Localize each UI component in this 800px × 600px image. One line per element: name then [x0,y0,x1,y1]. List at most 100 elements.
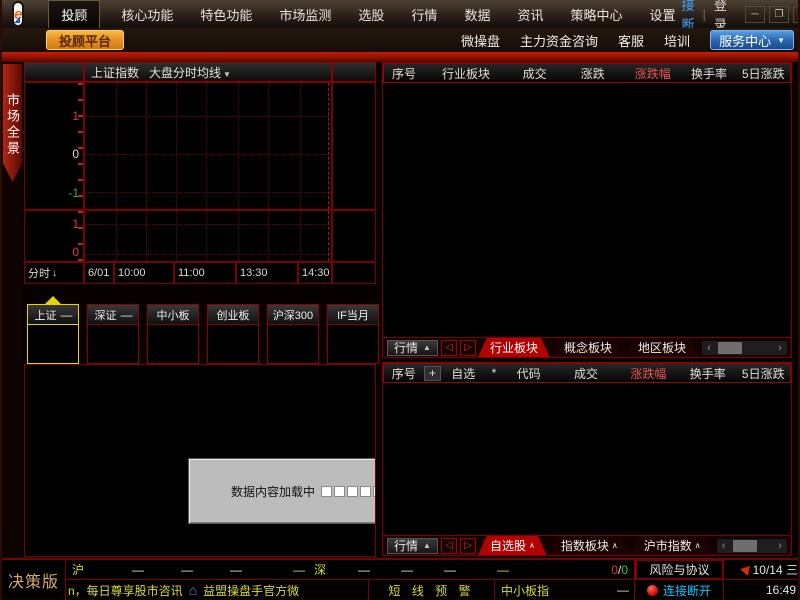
chart-header-right-cell [332,62,376,82]
scroll-right-icon[interactable]: › [773,342,787,354]
period-selector[interactable]: 分时 ↓ [24,262,84,284]
sector-table-body[interactable] [383,83,791,337]
tab-watchlist[interactable]: 自选股 ∧ [478,536,547,556]
index-box-if-futures[interactable]: IF当月 [327,304,379,364]
alert-counter: 0/0 [611,563,634,577]
tab-prev-button[interactable]: ◁ [441,538,457,554]
tab-prev-button[interactable]: ◁ [441,340,457,356]
scroll-left-icon[interactable]: ‹ [702,342,716,354]
arrow-down-icon: ↓ [52,268,57,279]
col-star[interactable]: * [485,366,503,380]
col-change-pct[interactable]: 涨跌幅 [618,365,679,382]
menu-item-stock-pick[interactable]: 选股 [352,1,390,28]
sidebar-tab-market-panorama[interactable]: 市场全景 [3,64,22,182]
index-box-hs300[interactable]: 沪深300 [267,304,319,364]
window-controls: ─ ❐ ✕ [745,6,800,23]
tab-region-sector[interactable]: 地区板块 [626,338,698,358]
index-box-chinext[interactable]: 创业板 [207,304,259,364]
tab-scrollbar[interactable]: ‹ › [717,539,787,553]
col-watch[interactable]: 自选 [441,365,485,382]
main-funds-link[interactable]: 主力资金咨询 [520,31,598,50]
menu-item-core[interactable]: 核心功能 [115,1,179,28]
chevron-up-icon: ▲ [423,541,431,550]
col-code[interactable]: 代码 [503,365,554,382]
menu-item-data[interactable]: 数据 [458,1,496,28]
quotes-menu-button[interactable]: 行情 ▲ [387,340,438,356]
sz-market-label: 深 [314,561,326,578]
menu-item-news[interactable]: 资讯 [511,1,549,28]
connection-segment[interactable]: 连接断开 [635,580,724,600]
watchlist-table-header: 序号 + 自选 * 代码 成交 涨跌幅 换手率 5日涨跌 [383,363,791,383]
connection-label: 连接断开 [663,582,711,599]
status-bar: 决策版 沪 — — — — 深 — — — — 0/0 风险与协议 [2,558,800,598]
col-5day[interactable]: 5日涨跌 [737,65,790,82]
col-seq[interactable]: 序号 [384,65,424,82]
col-sector[interactable]: 行业板块 [424,65,508,82]
index-chart-panel: 上证指数 大盘分时均线▼ 1 0 -1 [24,62,376,285]
news-marquee[interactable]: n，每日尊享股市咨讯 ⌂ 益盟操盘手官方微 [66,580,369,600]
tab-index-sector[interactable]: 指数板块 ∧ [549,536,630,556]
menu-item-touguu[interactable]: 投顾 [48,0,100,29]
chart-main-grid[interactable] [84,82,332,210]
chart-mode-select[interactable]: 大盘分时均线▼ [149,64,231,81]
short-line-alert-button[interactable]: 短 线 预 警 [369,580,495,600]
quotes-menu-button[interactable]: 行情 ▲ [387,538,438,554]
count-up: 0 [611,563,618,577]
quotes-label: 行情 [394,339,418,356]
index-box-label: 深证 [95,307,117,323]
clock-segment: 16:49 [724,580,800,600]
index-box-shenzhen[interactable]: 深证 — [87,304,139,364]
scrollbar-thumb[interactable] [733,540,757,552]
training-link[interactable]: 培训 [664,31,690,50]
col-5day[interactable]: 5日涨跌 [737,365,790,382]
col-turnover[interactable]: 换手率 [679,365,736,382]
platform-button[interactable]: 投顾平台 [46,30,124,50]
status-row-quotes: 沪 — — — — 深 — — — — 0/0 风险与协议 10/14 三 [66,560,800,580]
menu-item-settings[interactable]: 设置 [643,1,681,28]
index-box-sme[interactable]: 中小板 [147,304,199,364]
index-box-shanghai[interactable]: 上证 — [27,304,79,364]
add-stock-button[interactable]: + [424,366,442,381]
close-button[interactable]: ✕ [793,6,800,23]
menu-item-quotes[interactable]: 行情 [405,1,443,28]
col-turnover[interactable]: 换手率 [681,65,736,82]
service-center-button[interactable]: 服务中心 ▼ [710,30,794,50]
announcement-horn-icon[interactable] [740,565,751,575]
scroll-left-icon[interactable]: ‹ [717,540,731,552]
col-volume[interactable]: 成交 [508,65,561,82]
app-window: e 投顾 核心功能 特色功能 市场监测 选股 行情 数据 资讯 策略中心 设置 … [0,0,800,600]
status-row-info: n，每日尊享股市咨讯 ⌂ 益盟操盘手官方微 短 线 预 警 中小板指 — 连接断… [66,580,800,600]
scroll-right-icon[interactable]: › [773,540,787,552]
watchlist-table-body[interactable] [383,383,791,535]
sme-index-segment[interactable]: 中小板指 — [495,580,635,600]
customer-service-link[interactable]: 客服 [618,31,644,50]
menu-item-features[interactable]: 特色功能 [194,1,258,28]
menu-item-market-monitor[interactable]: 市场监测 [273,1,337,28]
tab-industry-sector[interactable]: 行业板块 [478,338,550,358]
risk-agreement-link[interactable]: 风险与协议 [635,560,724,579]
col-seq[interactable]: 序号 [384,365,424,382]
maximize-button[interactable]: ❐ [769,6,789,23]
col-volume[interactable]: 成交 [554,365,617,382]
chart-sub-grid[interactable] [84,210,332,262]
tab-scrollbar[interactable]: ‹ › [702,341,787,355]
scrollbar-thumb[interactable] [718,342,742,354]
time-tick: 10:00 [114,262,174,284]
tab-sh-index[interactable]: 沪市指数 ∧ [632,536,713,556]
time-tick: 6/01 [84,262,114,284]
col-change-pct[interactable]: 涨跌幅 [624,65,681,82]
menu-item-strategy[interactable]: 策略中心 [564,1,628,28]
micro-trade-link[interactable]: 微操盘 [461,31,500,50]
tab-next-button[interactable]: ▷ [460,340,476,356]
chart-title-cell[interactable]: 上证指数 大盘分时均线▼ [84,62,332,82]
market-quotes-segment: 沪 — — — — 深 — — — — 0/0 [66,560,635,579]
service-center-label: 服务中心 [719,31,771,50]
tab-label: 自选股 [490,537,526,554]
index-box-value: — [61,308,72,322]
tab-next-button[interactable]: ▷ [460,538,476,554]
col-change[interactable]: 涨跌 [561,65,624,82]
sh-value: — [230,563,241,577]
chart-mode-label: 大盘分时均线 [149,66,221,80]
minimize-button[interactable]: ─ [745,6,765,23]
tab-concept-sector[interactable]: 概念板块 [552,338,624,358]
